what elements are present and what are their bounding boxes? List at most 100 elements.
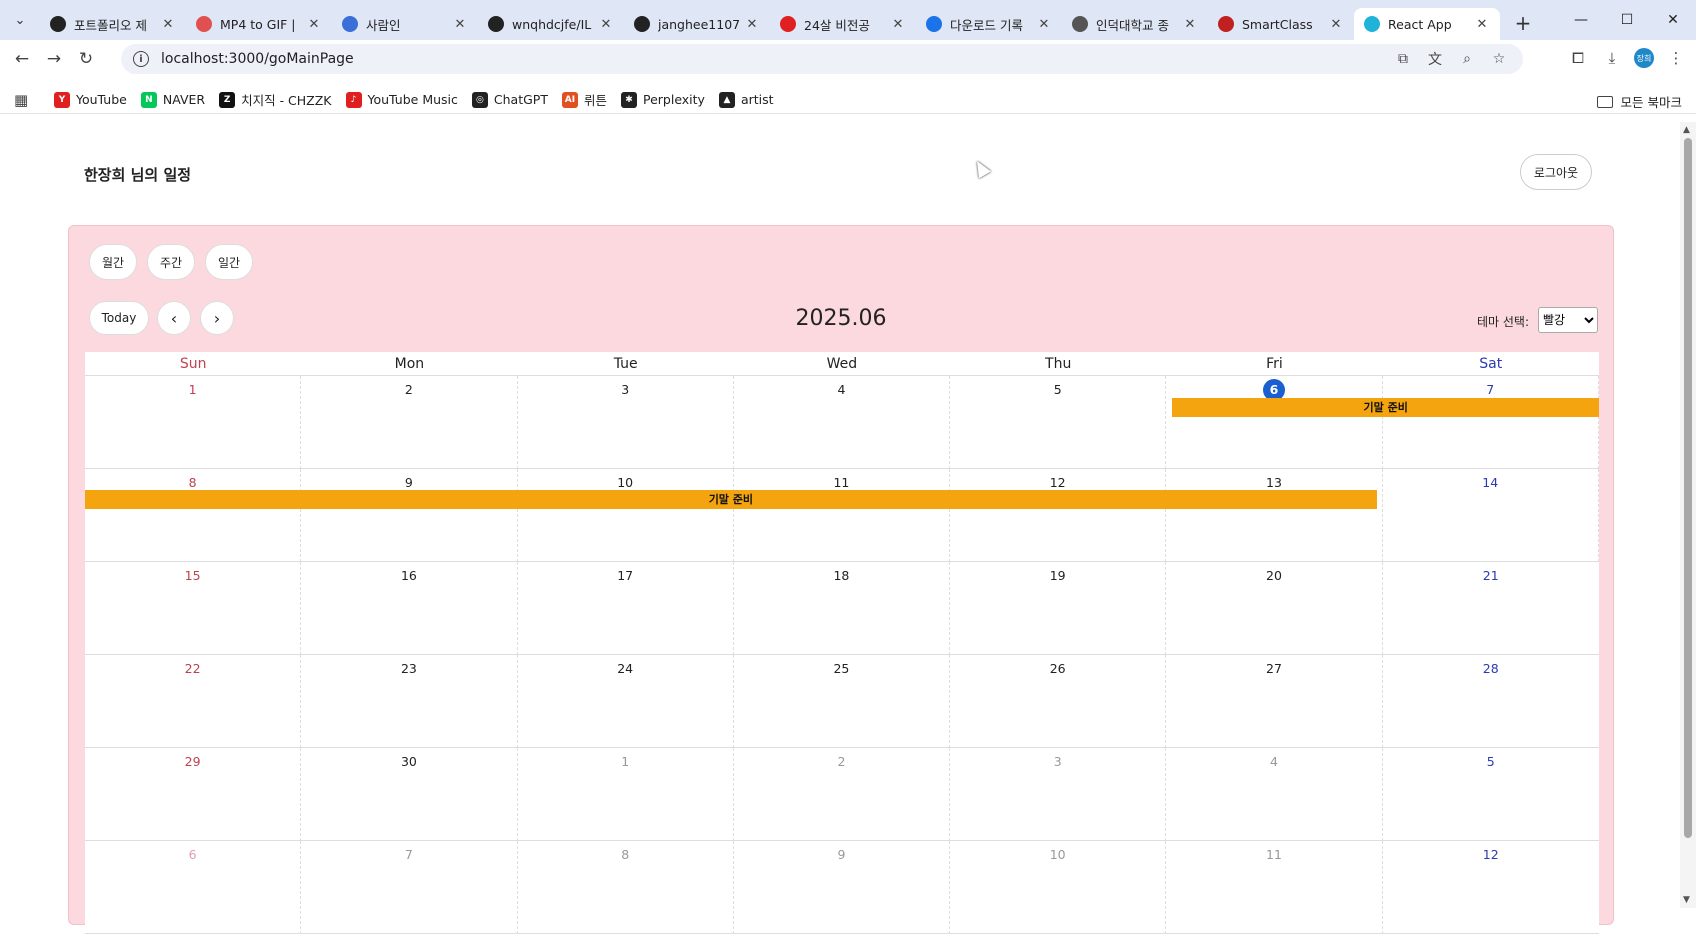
tab-close-icon[interactable]: ✕ <box>890 17 906 32</box>
day-cell[interactable]: 12 <box>1383 841 1599 934</box>
day-cell[interactable]: 6 <box>85 841 302 934</box>
browser-tab[interactable]: MP4 to GIF | ✕ <box>186 8 332 40</box>
bookmark-item[interactable]: ✱ Perplexity <box>620 91 705 108</box>
day-cell[interactable]: 2 <box>734 748 951 841</box>
back-icon[interactable]: ← <box>6 49 38 69</box>
day-cell[interactable]: 4 <box>734 376 951 469</box>
browser-tab[interactable]: 다운로드 기록 ✕ <box>916 8 1062 40</box>
day-cell[interactable]: 4 <box>1166 748 1383 841</box>
close-window-icon[interactable]: ✕ <box>1650 0 1696 40</box>
day-cell[interactable]: 25 <box>734 655 951 748</box>
day-cell[interactable]: 12 <box>950 469 1167 562</box>
minimize-icon[interactable]: — <box>1558 0 1604 40</box>
scroll-down-icon[interactable]: ▼ <box>1683 895 1690 905</box>
day-cell[interactable]: 21 <box>1383 562 1599 655</box>
day-cell[interactable]: 14 <box>1383 469 1599 562</box>
maximize-icon[interactable]: ☐ <box>1604 0 1650 40</box>
bookmark-item[interactable]: Y YouTube <box>54 91 127 108</box>
translate-icon[interactable]: 文 <box>1425 48 1445 70</box>
browser-tab[interactable]: 포트폴리오 제 ✕ <box>40 8 186 40</box>
day-cell[interactable]: 28 <box>1383 655 1599 748</box>
bookmark-item[interactable]: ♪ YouTube Music <box>345 91 458 108</box>
profile-avatar[interactable]: 장희 <box>1634 48 1654 68</box>
day-cell[interactable]: 5 <box>1383 748 1599 841</box>
day-cell[interactable]: 9 <box>734 841 951 934</box>
extensions-icon[interactable]: ⧠ <box>1566 44 1590 72</box>
day-cell[interactable]: 13 <box>1166 469 1383 562</box>
browser-tab[interactable]: 사람인 ✕ <box>332 8 478 40</box>
day-cell[interactable]: 6 <box>1166 376 1383 469</box>
reload-icon[interactable]: ↻ <box>70 49 102 69</box>
day-cell[interactable]: 27 <box>1166 655 1383 748</box>
day-cell[interactable]: 23 <box>301 655 518 748</box>
zoom-icon[interactable]: ⌕ <box>1457 48 1477 70</box>
bookmark-item[interactable]: ◎ ChatGPT <box>471 91 548 108</box>
install-app-icon[interactable]: ⧉ <box>1393 48 1413 70</box>
view-day-button[interactable]: 일간 <box>205 244 253 280</box>
day-cell[interactable]: 7 <box>1383 376 1599 469</box>
all-bookmarks[interactable]: 모든 북마크 <box>1596 92 1682 111</box>
bookmark-item[interactable]: ▲ artist <box>718 91 774 108</box>
bookmark-item[interactable]: Z 치지직 - CHZZK <box>219 90 332 109</box>
tab-close-icon[interactable]: ✕ <box>744 17 760 32</box>
day-cell[interactable]: 18 <box>734 562 951 655</box>
day-cell[interactable]: 5 <box>950 376 1167 469</box>
scroll-thumb[interactable] <box>1684 138 1692 838</box>
view-week-button[interactable]: 주간 <box>147 244 195 280</box>
bookmark-star-icon[interactable]: ☆ <box>1489 48 1509 70</box>
bookmark-item[interactable]: N NAVER <box>140 91 205 108</box>
browser-tab[interactable]: janghee1107 ✕ <box>624 8 770 40</box>
forward-icon[interactable]: → <box>38 49 70 69</box>
day-cell[interactable]: 11 <box>734 469 951 562</box>
day-cell[interactable]: 9 <box>301 469 518 562</box>
apps-grid-icon[interactable]: ▦ <box>14 91 40 109</box>
day-cell[interactable]: 26 <box>950 655 1167 748</box>
address-bar[interactable]: i localhost:3000/goMainPage ⧉ 文 ⌕ ☆ <box>121 44 1523 74</box>
tab-search-icon[interactable]: ⌄ <box>0 0 40 40</box>
day-cell[interactable]: 3 <box>950 748 1167 841</box>
day-cell[interactable]: 3 <box>518 376 734 469</box>
event-bar[interactable]: 기말 준비 <box>85 490 1377 509</box>
tab-close-icon[interactable]: ✕ <box>306 17 322 32</box>
tab-close-icon[interactable]: ✕ <box>1474 17 1490 32</box>
browser-tab[interactable]: 인덕대학교 종 ✕ <box>1062 8 1208 40</box>
browser-tab[interactable]: SmartClass ✕ <box>1208 8 1354 40</box>
tab-close-icon[interactable]: ✕ <box>452 17 468 32</box>
tab-close-icon[interactable]: ✕ <box>1036 17 1052 32</box>
url-text[interactable]: localhost:3000/goMainPage <box>161 51 354 67</box>
day-cell[interactable]: 1 <box>518 748 734 841</box>
logout-button[interactable]: 로그아웃 <box>1520 154 1592 190</box>
day-cell[interactable]: 2 <box>301 376 518 469</box>
day-cell[interactable]: 22 <box>85 655 302 748</box>
tab-close-icon[interactable]: ✕ <box>1182 17 1198 32</box>
day-cell[interactable]: 15 <box>85 562 302 655</box>
menu-icon[interactable]: ⋮ <box>1664 44 1688 72</box>
tab-close-icon[interactable]: ✕ <box>1328 17 1344 32</box>
site-info-icon[interactable]: i <box>133 51 149 67</box>
day-cell[interactable]: 1 <box>85 376 302 469</box>
browser-tab[interactable]: wnqhdcjfe/IL ✕ <box>478 8 624 40</box>
event-bar[interactable]: 기말 준비 <box>1172 398 1599 417</box>
day-cell[interactable]: 24 <box>518 655 734 748</box>
day-cell[interactable]: 16 <box>301 562 518 655</box>
download-icon[interactable]: ⤓ <box>1600 44 1624 72</box>
browser-tab[interactable]: 24살 비전공 ✕ <box>770 8 916 40</box>
view-month-button[interactable]: 월간 <box>89 244 137 280</box>
day-cell[interactable]: 11 <box>1166 841 1383 934</box>
day-cell[interactable]: 10 <box>518 469 734 562</box>
tab-close-icon[interactable]: ✕ <box>160 17 176 32</box>
day-cell[interactable]: 7 <box>301 841 518 934</box>
day-cell[interactable]: 30 <box>301 748 518 841</box>
tab-close-icon[interactable]: ✕ <box>598 17 614 32</box>
day-cell[interactable]: 8 <box>85 469 302 562</box>
browser-tab[interactable]: React App ✕ <box>1354 8 1500 40</box>
day-cell[interactable]: 10 <box>950 841 1167 934</box>
scroll-up-icon[interactable]: ▲ <box>1683 125 1690 135</box>
day-cell[interactable]: 17 <box>518 562 734 655</box>
day-cell[interactable]: 20 <box>1166 562 1383 655</box>
day-cell[interactable]: 8 <box>518 841 734 934</box>
day-cell[interactable]: 29 <box>85 748 302 841</box>
page-scrollbar[interactable]: ▲ ▼ <box>1680 122 1696 908</box>
theme-select[interactable]: 빨강 <box>1538 307 1598 333</box>
bookmark-item[interactable]: AI 뤼튼 <box>561 90 607 109</box>
